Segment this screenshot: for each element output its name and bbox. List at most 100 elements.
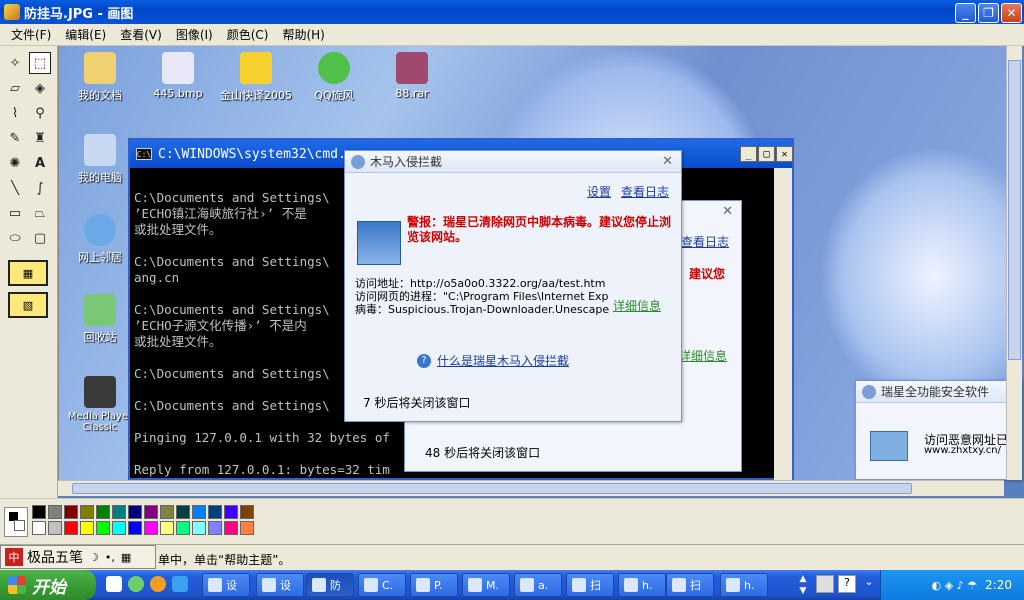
cmd-minimize-button[interactable]: _ [740,146,757,162]
menu-help[interactable]: 帮助(H) [275,26,331,43]
menu-colors[interactable]: 颜色(C) [220,26,276,43]
palette-swatch[interactable] [32,505,46,519]
text-tool-icon[interactable]: A [29,152,51,174]
menu-edit[interactable]: 编辑(E) [58,26,113,43]
palette-swatch[interactable] [80,505,94,519]
airbrush-tool-icon[interactable]: ✺ [4,152,26,174]
free-select-tool-icon[interactable]: ✧ [4,52,26,74]
pencil-tool-icon[interactable]: ✎ [4,127,26,149]
tray-chevron-icon[interactable]: ⌄ [860,575,878,593]
desktop-icon-qq[interactable]: QQ旋风 [294,52,374,103]
details-link-back[interactable]: 详细信息 [679,347,727,364]
settings-link[interactable]: 设置 [587,183,611,200]
taskbar-button[interactable]: M. [462,573,510,597]
taskbar-button[interactable]: 设 [202,573,250,597]
ime-bar[interactable]: 中 极品五笔 ☽ •, ▦ [0,545,156,569]
line-tool-icon[interactable]: ╲ [4,177,26,199]
vertical-scrollbar[interactable] [1006,46,1022,480]
media-icon[interactable] [150,576,166,592]
palette-swatch[interactable] [64,505,78,519]
minimize-button[interactable]: _ [955,3,976,23]
cmd-scrollbar[interactable] [774,168,792,480]
palette-swatch[interactable] [240,505,254,519]
view-log-link-back[interactable]: 查看日志 [681,233,729,250]
menu-view[interactable]: 查看(V) [113,26,169,43]
desktop-icon-jinshan[interactable]: 金山快译2005 [216,52,296,103]
help-tray-icon[interactable]: ? [838,575,856,593]
transparent-mode-icon[interactable]: ▧ [8,292,48,318]
what-is-link[interactable]: 什么是瑞星木马入侵拦截 [437,352,569,369]
rounded-rect-tool-icon[interactable]: ▢ [29,227,51,249]
record-icon[interactable] [816,575,834,593]
taskbar-button[interactable]: 设 [256,573,304,597]
taskbar-button[interactable]: h. [618,573,666,597]
close-icon[interactable]: ✕ [722,204,733,219]
magnifier-tool-icon[interactable]: ⚲ [29,102,51,124]
horizontal-scrollbar[interactable] [58,480,1004,496]
palette-swatch[interactable] [80,521,94,535]
desktop-icon-rar[interactable]: 88.rar [372,52,452,100]
menu-file[interactable]: 文件(F) [4,26,58,43]
view-log-link[interactable]: 查看日志 [621,183,669,200]
palette-swatch[interactable] [192,521,206,535]
curve-tool-icon[interactable]: ∫ [29,177,51,199]
palette-swatch[interactable] [48,505,62,519]
rect-select-tool-icon[interactable]: ⬚ [29,52,51,74]
taskbar-button[interactable]: 防 [306,573,354,597]
palette-swatch[interactable] [160,505,174,519]
tray-icons[interactable]: ◐ ◈ ♪ ☂ [932,579,977,592]
what-is-link-row[interactable]: ? 什么是瑞星木马入侵拦截 [417,352,569,369]
palette-swatch[interactable] [208,521,222,535]
palette-swatch[interactable] [176,505,190,519]
ime-punct-icon[interactable]: •, [105,551,115,564]
taskbar-button[interactable]: P. [410,573,458,597]
palette-swatch[interactable] [128,521,142,535]
palette-swatch[interactable] [224,505,238,519]
taskbar-scroll[interactable]: ▲ ▼ [796,573,810,597]
picker-tool-icon[interactable]: ⌇ [4,102,26,124]
palette-swatch[interactable] [208,505,222,519]
palette-swatch[interactable] [144,521,158,535]
palette-swatch[interactable] [176,521,190,535]
palette-swatch[interactable] [32,521,46,535]
qq-icon[interactable] [172,576,188,592]
ime-moon-icon[interactable]: ☽ [89,551,99,564]
palette-swatch[interactable] [96,505,110,519]
brush-tool-icon[interactable]: ♜ [29,127,51,149]
vscroll-thumb[interactable] [1008,60,1021,360]
taskbar-button[interactable]: h. [720,573,768,597]
palette-swatch[interactable] [160,521,174,535]
cmd-close-button[interactable]: ✕ [776,146,793,162]
desktop-icon-my-documents[interactable]: 我的文档 [60,52,140,103]
taskbar-button[interactable]: 扫 [566,573,614,597]
palette-swatch[interactable] [128,505,142,519]
show-desktop-icon[interactable] [106,576,122,592]
close-button[interactable]: ✕ [1001,3,1022,23]
ellipse-tool-icon[interactable]: ⬭ [4,227,26,249]
rectangle-tool-icon[interactable]: ▭ [4,202,26,224]
palette-swatch[interactable] [192,505,206,519]
desktop-icon-bmp[interactable]: 445.bmp [138,52,218,100]
taskbar-button[interactable]: 扫 [666,573,714,597]
palette-swatch[interactable] [96,521,110,535]
palette-swatch[interactable] [112,505,126,519]
eraser-tool-icon[interactable]: ▱ [4,77,26,99]
fill-tool-icon[interactable]: ◈ [29,77,51,99]
palette-swatch[interactable] [224,521,238,535]
menu-image[interactable]: 图像(I) [169,26,220,43]
palette-swatch[interactable] [48,521,62,535]
ie-icon[interactable] [128,576,144,592]
palette-swatch[interactable] [112,521,126,535]
polygon-tool-icon[interactable]: ⏢ [29,202,51,224]
scroll-thumb[interactable] [72,483,912,494]
taskbar-button[interactable]: a. [514,573,562,597]
palette-swatch[interactable] [240,521,254,535]
restore-button[interactable]: ❐ [978,3,999,23]
palette-swatch[interactable] [144,505,158,519]
details-link[interactable]: 详细信息 [613,297,661,314]
close-icon[interactable]: ✕ [662,154,673,169]
ime-keyboard-icon[interactable]: ▦ [121,551,131,564]
opaque-mode-icon[interactable]: ▦ [8,260,48,286]
start-button[interactable]: 开始 [0,570,96,600]
palette-swatch[interactable] [64,521,78,535]
